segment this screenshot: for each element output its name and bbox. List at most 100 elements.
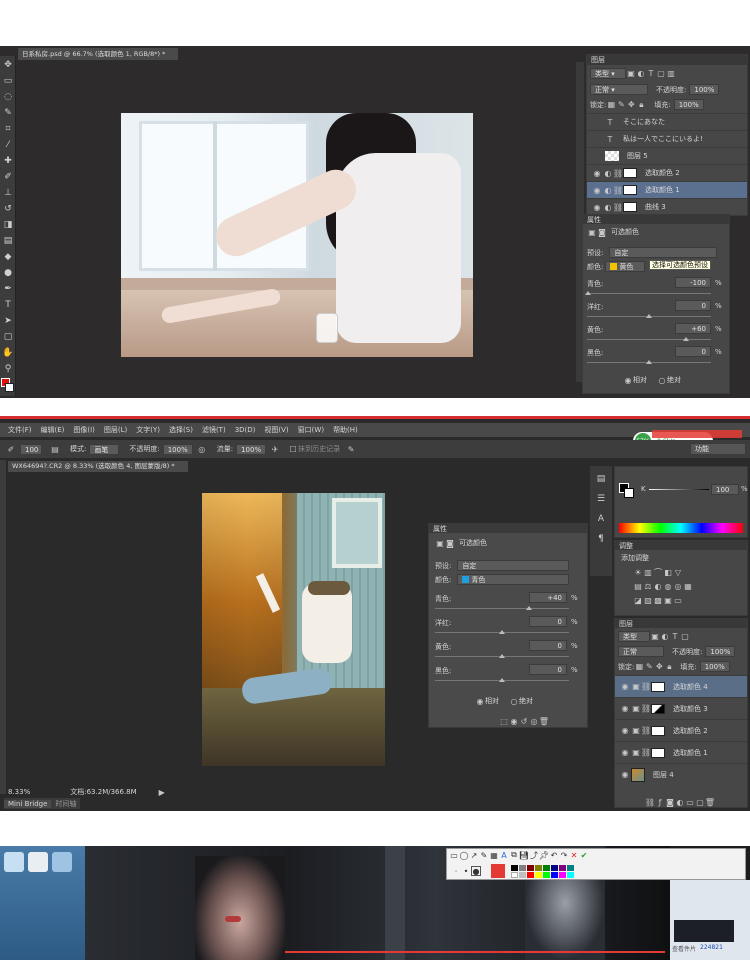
filter-pixel-icon[interactable]: ▣	[626, 69, 636, 79]
size-medium-dot-icon[interactable]: •	[461, 866, 471, 876]
layer-filter-select[interactable]: 类型 ▾	[590, 68, 626, 79]
slider-knob[interactable]	[499, 630, 505, 634]
current-color-swatch[interactable]	[491, 864, 505, 878]
palette-swatch[interactable]	[567, 864, 574, 871]
eyedropper-tool-icon[interactable]: ⁄	[1, 138, 15, 152]
opacity-field-2[interactable]: 100%	[705, 646, 736, 657]
flow-field[interactable]: 100%	[236, 443, 267, 455]
radio-absolute-icon[interactable]: ○	[509, 696, 519, 706]
properties-panel-icon[interactable]: ☰	[594, 492, 608, 506]
desktop-app-icon[interactable]	[4, 852, 24, 872]
palette-swatch[interactable]	[535, 864, 542, 871]
slider-knob[interactable]	[499, 654, 505, 658]
slider-knob[interactable]	[683, 337, 689, 341]
document-tab[interactable]: 日系私房.psd @ 66.7% (选取颜色 1, RGB/8*) *	[18, 48, 178, 60]
menu-3d[interactable]: 3D(D)	[235, 426, 256, 434]
color-select[interactable]: 黄色	[605, 261, 646, 272]
brightness-icon[interactable]: ☀	[633, 567, 643, 577]
layer-row[interactable]: ◉ ▣ ⛓︎ 选取颜色 2	[615, 719, 747, 741]
fill-field[interactable]: 100%	[673, 99, 704, 110]
slider-value-field[interactable]: 0	[675, 300, 711, 311]
timeline-tab[interactable]: 时间轴	[51, 799, 80, 809]
delete-layer-icon[interactable]: 🗑︎	[705, 797, 715, 807]
layer-row[interactable]: ◉ ◐ ⛓︎ 选取颜色 2	[587, 164, 747, 181]
pressure-size-icon[interactable]: ✎	[346, 444, 356, 454]
arrow-tool-icon[interactable]: ↗	[469, 850, 479, 860]
visibility-off-icon[interactable]	[593, 117, 605, 127]
vibrance-icon[interactable]: ▽	[673, 567, 683, 577]
slider-track[interactable]	[587, 339, 711, 340]
curves-icon[interactable]: ⌒	[653, 567, 663, 577]
layer-filter-select-2[interactable]: 类型	[618, 631, 650, 642]
visibility-eye-icon[interactable]: ◉	[619, 748, 631, 758]
palette-swatch[interactable]	[535, 871, 542, 878]
undo-icon[interactable]: ↶	[549, 850, 559, 860]
filter-smart-icon[interactable]: ▥	[666, 69, 676, 79]
visibility-eye-icon[interactable]: ◉	[591, 185, 603, 195]
ellipse-tool-icon[interactable]: ◯	[459, 850, 469, 860]
selective-color-icon[interactable]: ▣	[663, 595, 673, 605]
new-adjustment-icon[interactable]: ◐	[675, 797, 685, 807]
mini-bridge-tab[interactable]: Mini Bridge	[4, 799, 52, 808]
filter-type-icon[interactable]: T	[646, 69, 656, 79]
filter-pixel-icon[interactable]: ▣	[650, 632, 660, 642]
palette-swatch[interactable]	[527, 864, 534, 871]
slider-track[interactable]	[435, 608, 569, 609]
menu-image[interactable]: 图像(I)	[73, 425, 95, 435]
pressure-opacity-icon[interactable]: ◎	[197, 444, 207, 454]
palette-swatch[interactable]	[511, 864, 518, 871]
slider-knob[interactable]	[526, 606, 532, 610]
slider-knob[interactable]	[499, 678, 505, 682]
opacity-field[interactable]: 100%	[689, 84, 720, 95]
bg-color-swatch[interactable]	[624, 488, 634, 498]
levels-icon[interactable]: ▥	[643, 567, 653, 577]
slider-value-field[interactable]: +40	[529, 592, 567, 603]
type-tool-icon[interactable]: T	[1, 298, 15, 312]
color-select-2[interactable]: 青色	[457, 574, 570, 585]
layer-row[interactable]: ◉ ▣ ⛓︎ 选取颜色 1	[615, 741, 747, 763]
palette-swatch[interactable]	[567, 871, 574, 878]
filter-adjust-icon[interactable]: ◐	[660, 632, 670, 642]
new-group-icon[interactable]: ▭	[685, 797, 695, 807]
slider-knob[interactable]	[646, 360, 652, 364]
radio-relative-checked-icon[interactable]: ◉	[623, 375, 633, 385]
desktop-app-icon[interactable]	[52, 852, 72, 872]
stamp-tool-icon[interactable]: ⊥	[1, 186, 15, 200]
crop-tool-icon[interactable]: ⌗	[1, 122, 15, 136]
toggle-visibility-icon[interactable]: ◎	[529, 716, 539, 726]
layer-row-selected[interactable]: ◉ ◐ ⛓︎ 选取颜色 1	[587, 181, 747, 198]
menu-type[interactable]: 文字(Y)	[136, 425, 160, 435]
pen-tool-icon[interactable]: ✒	[1, 282, 15, 296]
lock-transparent-icon[interactable]: ▦	[634, 662, 644, 672]
lock-position-icon[interactable]: ✥	[626, 100, 636, 110]
add-mask-icon[interactable]: ◙	[665, 797, 675, 807]
lock-transparent-icon[interactable]: ▦	[606, 100, 616, 110]
pin-icon[interactable]: 📌︎	[539, 850, 549, 860]
menu-filter[interactable]: 滤镜(T)	[202, 425, 226, 435]
channel-mixer-icon[interactable]: ◎	[673, 581, 683, 591]
visibility-off-icon[interactable]	[593, 151, 605, 161]
size-large-dot-icon[interactable]: ●	[471, 866, 481, 876]
layer-row[interactable]: ◉ ◐ ⛓︎ 曲线 3	[587, 198, 747, 215]
trash-icon[interactable]: 🗑︎	[539, 716, 549, 726]
menu-select[interactable]: 选择(S)	[169, 425, 193, 435]
mask-type-icon[interactable]: ◙	[445, 538, 455, 548]
document-tab-2[interactable]: WX64694?.CR2 @ 8.33% (选取颜色 4, 图层蒙版/8) *	[8, 461, 188, 472]
move-tool-icon[interactable]: ✥	[1, 58, 15, 72]
slider-value-field[interactable]: 0	[529, 616, 567, 627]
filter-shape-icon[interactable]: ▢	[656, 69, 666, 79]
pen-tool-icon[interactable]: ✎	[479, 850, 489, 860]
palette-swatch[interactable]	[559, 871, 566, 878]
lock-all-icon[interactable]: 🔒︎	[636, 100, 646, 110]
palette-swatch[interactable]	[551, 871, 558, 878]
slider-value-field[interactable]: 0	[675, 346, 711, 357]
color-lookup-icon[interactable]: ▦	[683, 581, 693, 591]
threshold-icon[interactable]: ▩	[653, 595, 663, 605]
slider-value-field[interactable]: +60	[675, 323, 711, 334]
palette-swatch[interactable]	[519, 871, 526, 878]
preset-select-2[interactable]: 自定	[457, 560, 570, 571]
path-select-tool-icon[interactable]: ➤	[1, 314, 15, 328]
visibility-eye-icon[interactable]: ◉	[591, 202, 603, 212]
visibility-eye-icon[interactable]: ◉	[591, 168, 603, 178]
menu-view[interactable]: 视图(V)	[264, 425, 288, 435]
